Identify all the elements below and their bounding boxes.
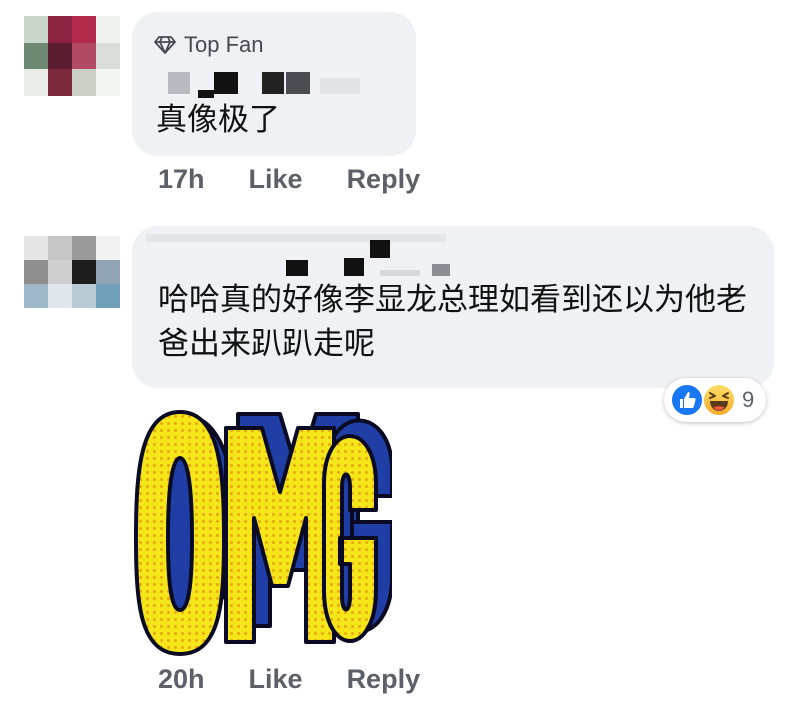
commenter-avatar[interactable] <box>24 16 120 96</box>
like-icon <box>670 383 704 417</box>
haha-icon <box>702 383 736 417</box>
reaction-count: 9 <box>742 387 755 412</box>
top-fan-badge: Top Fan <box>154 32 264 58</box>
reply-button[interactable]: Reply <box>347 664 421 695</box>
redacted-name <box>146 232 456 276</box>
comment-actions: 17h Like Reply <box>158 164 464 195</box>
timestamp[interactable]: 17h <box>158 164 205 195</box>
comment-actions: 20h Like Reply <box>158 664 464 695</box>
comment-text: 哈哈真的好像李显龙总理如看到还以为他老爸出来趴趴走呢 <box>158 282 747 362</box>
redacted-name <box>168 68 368 98</box>
comment-bubble: Top Fan 真像极了 <box>132 12 416 156</box>
comment-text: 真像极了 <box>156 102 280 138</box>
omg-sticker[interactable] <box>130 392 392 658</box>
commenter-avatar[interactable] <box>24 236 120 308</box>
comment-bubble: 哈哈真的好像李显龙总理如看到还以为他老爸出来趴趴走呢 <box>132 226 774 388</box>
like-button[interactable]: Like <box>249 164 303 195</box>
diamond-icon <box>154 36 176 54</box>
reply-button[interactable]: Reply <box>347 164 421 195</box>
timestamp[interactable]: 20h <box>158 664 205 695</box>
like-button[interactable]: Like <box>249 664 303 695</box>
badge-label: Top Fan <box>184 32 264 57</box>
reactions-summary[interactable]: 9 <box>664 378 766 422</box>
